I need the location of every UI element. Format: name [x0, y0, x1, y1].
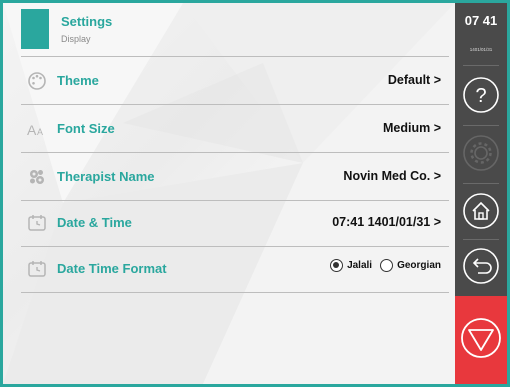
- radio-georgian-button[interactable]: [380, 259, 394, 272]
- page-header: Settings Display: [3, 3, 452, 55]
- back-button[interactable]: [461, 246, 501, 286]
- radio-georgian[interactable]: Georgian: [380, 259, 441, 272]
- settings-row-theme[interactable]: Theme Default >: [21, 57, 449, 105]
- radio-jalali[interactable]: Jalali: [330, 259, 372, 272]
- back-icon: [463, 248, 499, 284]
- calendar-icon: [28, 215, 46, 231]
- settings-row-therapist-name[interactable]: Therapist Name Novin Med Co. >: [21, 153, 449, 201]
- date-format-radio-group: Jalali Georgian: [322, 259, 441, 272]
- row-divider: [21, 292, 449, 293]
- date-time-value[interactable]: 07:41 1401/01/31 >: [332, 215, 441, 229]
- svg-text:?: ?: [475, 85, 486, 107]
- settings-row-date-time[interactable]: Date & Time 07:41 1401/01/31 >: [21, 199, 449, 247]
- help-icon: ?: [463, 77, 499, 113]
- home-icon: [463, 193, 499, 229]
- therapist-name-value[interactable]: Novin Med Co. >: [343, 169, 441, 183]
- date-time-label: Date & Time: [57, 215, 132, 230]
- clock-date: 1401/01/31: [469, 47, 493, 52]
- theme-label: Theme: [57, 73, 99, 88]
- therapist-name-label: Therapist Name: [57, 169, 155, 184]
- palette-icon: [28, 72, 46, 90]
- font-size-label: Font Size: [57, 121, 115, 136]
- radio-jalali-button[interactable]: [330, 259, 344, 272]
- side-panel: 07 41 1401/01/31 ?: [455, 3, 507, 384]
- home-button[interactable]: [461, 191, 501, 231]
- calendar-icon: [28, 261, 46, 277]
- radio-jalali-label: Jalali: [347, 260, 373, 271]
- font-size-value[interactable]: Medium >: [383, 121, 441, 135]
- stop-button[interactable]: [455, 296, 507, 384]
- svg-text:A: A: [37, 127, 43, 137]
- help-button[interactable]: ?: [461, 75, 501, 115]
- settings-button[interactable]: [461, 133, 501, 173]
- settings-row-date-time-format: Date Time Format Jalali Georgian: [21, 245, 449, 293]
- settings-icon: [463, 135, 499, 171]
- clock-time: 07 41: [464, 13, 498, 28]
- date-time-format-label: Date Time Format: [57, 261, 167, 276]
- font-size-icon: A A: [27, 122, 43, 138]
- page-title: Settings: [61, 14, 113, 29]
- side-divider: [463, 65, 499, 66]
- radio-georgian-label: Georgian: [397, 260, 441, 271]
- side-divider: [463, 125, 499, 126]
- settings-row-font-size[interactable]: A A Font Size Medium >: [21, 105, 449, 153]
- gear-cluster-icon: [30, 170, 44, 184]
- header-accent-bar: [21, 9, 49, 49]
- side-divider: [463, 239, 499, 240]
- svg-text:A: A: [27, 122, 37, 138]
- page-subtitle: Display: [61, 34, 91, 44]
- stop-icon: [461, 318, 501, 358]
- app-frame: Settings Display Theme Default > A A Fon…: [0, 0, 510, 387]
- theme-value[interactable]: Default >: [388, 73, 441, 87]
- side-divider: [463, 183, 499, 184]
